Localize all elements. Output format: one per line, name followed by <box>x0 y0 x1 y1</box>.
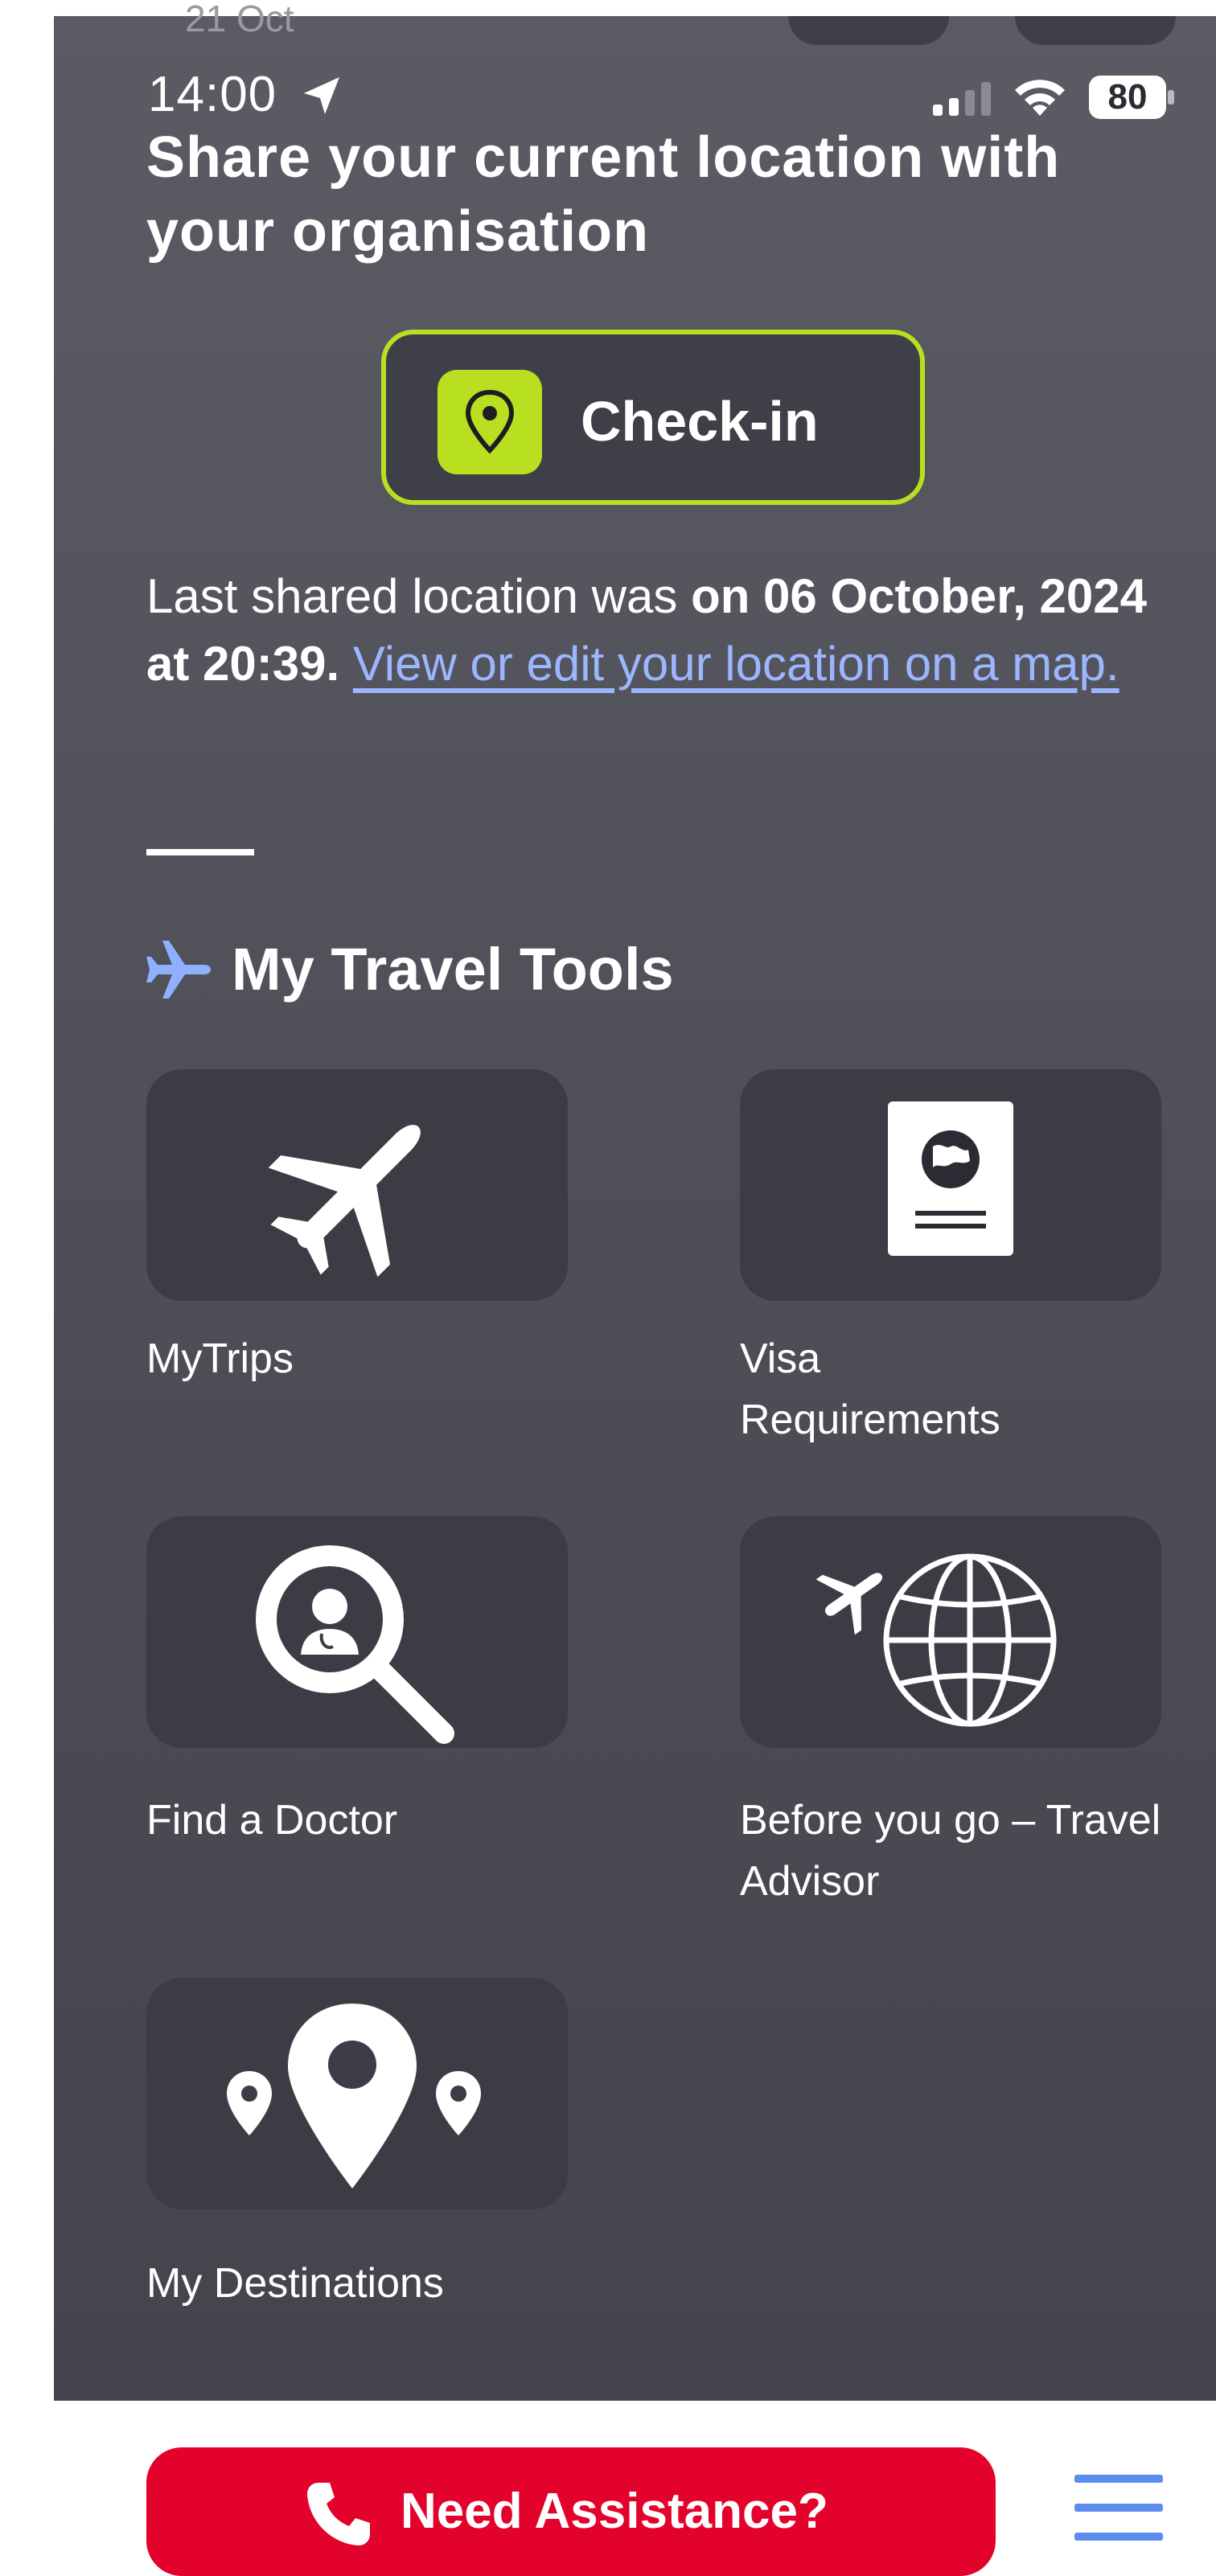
need-assistance-button[interactable]: Need Assistance? <box>146 2447 996 2576</box>
my-trips-label: MyTrips <box>146 1335 294 1382</box>
need-assistance-label: Need Assistance? <box>401 2484 828 2539</box>
travel-advisor-tile[interactable] <box>740 1516 1161 1748</box>
my-destinations-label: My Destinations <box>146 2260 444 2307</box>
check-in-button[interactable]: Check-in <box>381 330 925 505</box>
travel-tools-title: My Travel Tools <box>232 936 674 1003</box>
airplane-icon <box>268 1125 421 1278</box>
globe-airplane-icon <box>815 1553 1057 1727</box>
battery-level: 80 <box>1107 77 1148 117</box>
battery-icon: 80 <box>1087 74 1176 121</box>
doctor-search-icon <box>256 1545 454 1744</box>
location-pins-icon <box>227 2004 481 2188</box>
location-pin-icon <box>438 370 542 474</box>
check-in-label: Check-in <box>581 390 819 453</box>
visa-requirements-tile[interactable] <box>740 1069 1161 1301</box>
location-arrow-icon <box>304 77 339 114</box>
phone-icon <box>307 2483 370 2545</box>
view-edit-location-link[interactable]: View or edit your location on a map. <box>353 637 1119 691</box>
peek-pill-left <box>788 16 949 45</box>
last-shared-text: Last shared location was on 06 October, … <box>146 563 1168 698</box>
passport-icon <box>888 1101 1013 1256</box>
status-time: 14:00 <box>148 67 277 122</box>
last-shared-prefix: Last shared location was <box>146 569 692 623</box>
travel-advisor-label: Before you go – Travel Advisor <box>740 1797 1161 1905</box>
wifi-icon <box>1015 80 1065 116</box>
hamburger-menu-icon[interactable] <box>1074 2471 1163 2544</box>
my-destinations-tile[interactable] <box>146 1978 568 2209</box>
my-trips-tile[interactable] <box>146 1069 568 1301</box>
cellular-signal-icon <box>933 82 991 116</box>
share-location-title: Share your current location with your or… <box>146 125 1061 264</box>
visa-requirements-label: Visa Requirements <box>740 1335 1000 1443</box>
peek-pill-right <box>1015 16 1176 45</box>
peek-date: 21 Oct <box>185 0 294 32</box>
section-divider <box>146 849 254 855</box>
find-a-doctor-label: Find a Doctor <box>146 1797 398 1844</box>
airplane-icon <box>146 941 211 999</box>
find-a-doctor-tile[interactable] <box>146 1516 568 1748</box>
